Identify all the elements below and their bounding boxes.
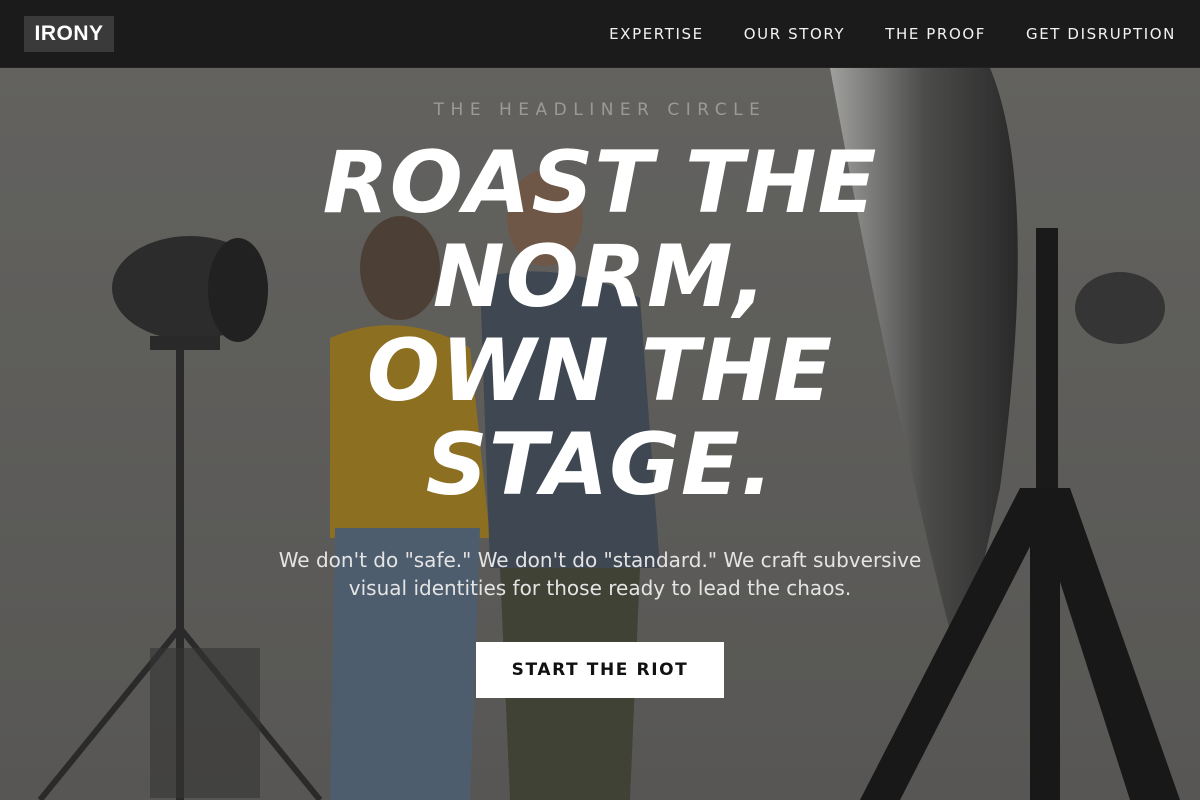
- nav-link-our-story[interactable]: OUR STORY: [744, 25, 846, 43]
- headline-line: OWN THE: [366, 321, 834, 421]
- headline-line: ROAST THE: [322, 133, 878, 233]
- hero-subhead: We don't do "safe." We don't do "standar…: [278, 548, 922, 600]
- nav-link-the-proof[interactable]: THE PROOF: [885, 25, 986, 43]
- hero-headline: ROAST THE NORM, OWN THE STAGE.: [220, 136, 980, 512]
- nav-link-get-disruption[interactable]: GET DISRUPTION: [1026, 25, 1176, 43]
- hero-eyebrow: THE HEADLINER CIRCLE: [433, 100, 767, 120]
- hero-section: THE HEADLINER CIRCLE ROAST THE NORM, OWN…: [0, 68, 1200, 800]
- headline-line: STAGE.: [425, 415, 775, 515]
- nav-link-expertise[interactable]: EXPERTISE: [609, 25, 704, 43]
- hero-content: THE HEADLINER CIRCLE ROAST THE NORM, OWN…: [0, 68, 1200, 800]
- headline-line: NORM,: [432, 227, 768, 327]
- brand-logo[interactable]: IRONY: [24, 15, 114, 52]
- top-navbar: IRONY EXPERTISE OUR STORY THE PROOF GET …: [0, 0, 1200, 68]
- nav-links: EXPERTISE OUR STORY THE PROOF GET DISRUP…: [609, 25, 1176, 43]
- start-the-riot-button[interactable]: START THE RIOT: [476, 642, 724, 698]
